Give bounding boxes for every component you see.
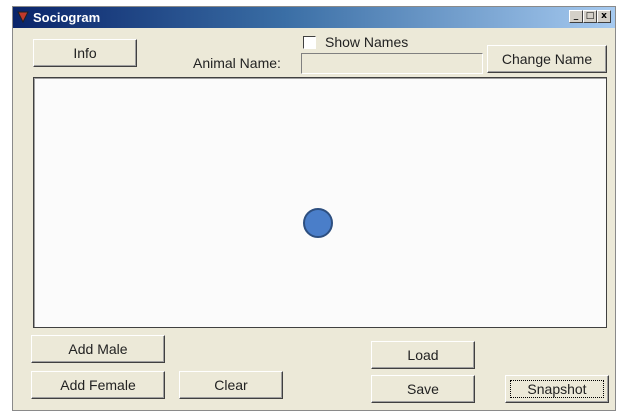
animal-name-label: Animal Name: bbox=[193, 55, 281, 71]
title-bar[interactable]: Sociogram _ □ x bbox=[13, 7, 615, 28]
sociogram-window: Sociogram _ □ x Info Show Names Animal N… bbox=[12, 6, 616, 411]
save-button[interactable]: Save bbox=[371, 375, 475, 403]
sociogram-canvas[interactable] bbox=[33, 77, 607, 328]
maximize-button[interactable]: □ bbox=[583, 10, 597, 23]
animal-name-input[interactable] bbox=[301, 53, 483, 74]
animal-node[interactable] bbox=[303, 208, 333, 238]
focus-outline bbox=[510, 380, 604, 398]
clear-button[interactable]: Clear bbox=[179, 371, 283, 399]
add-male-button[interactable]: Add Male bbox=[31, 335, 165, 363]
close-button[interactable]: x bbox=[597, 10, 611, 23]
load-button[interactable]: Load bbox=[371, 341, 475, 369]
show-names-checkbox[interactable] bbox=[303, 36, 316, 49]
snapshot-button[interactable]: Snapshot bbox=[505, 375, 609, 403]
window-title: Sociogram bbox=[33, 10, 101, 25]
info-button[interactable]: Info bbox=[33, 39, 137, 67]
add-female-button[interactable]: Add Female bbox=[31, 371, 165, 399]
app-icon bbox=[17, 11, 29, 23]
show-names-label: Show Names bbox=[325, 34, 409, 50]
minimize-button[interactable]: _ bbox=[569, 10, 583, 23]
change-name-button[interactable]: Change Name bbox=[487, 45, 607, 73]
